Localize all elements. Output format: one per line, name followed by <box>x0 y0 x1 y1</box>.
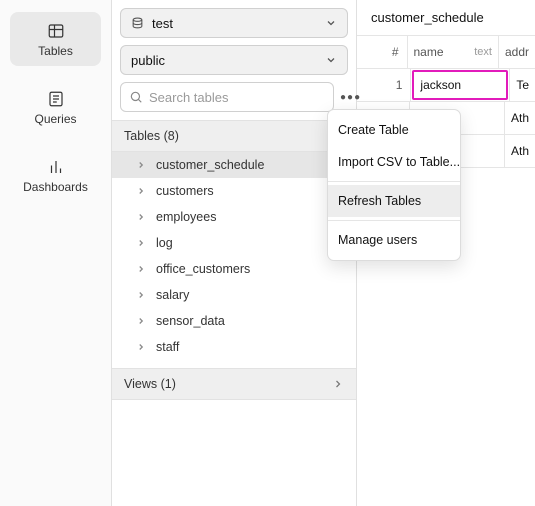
cell-addr[interactable]: Ath <box>505 102 535 134</box>
schema-select[interactable]: public <box>120 45 348 75</box>
document-icon <box>47 90 65 108</box>
table-item[interactable]: employees <box>112 204 356 230</box>
menu-separator <box>328 181 460 182</box>
schema-select-value: public <box>131 53 165 68</box>
bar-chart-icon <box>47 158 65 176</box>
table-item[interactable]: log <box>112 230 356 256</box>
search-icon <box>129 90 143 104</box>
chevron-right-icon <box>136 290 146 300</box>
nav-label: Tables <box>38 44 73 58</box>
chevron-down-icon <box>325 54 337 66</box>
search-tables-input[interactable] <box>149 90 325 105</box>
col-addr-header[interactable]: addr <box>499 36 535 68</box>
cell-name[interactable]: jackson <box>411 69 510 101</box>
table-item[interactable]: sensor_data <box>112 308 356 334</box>
chevron-right-icon <box>136 212 146 222</box>
chevron-right-icon <box>136 342 146 352</box>
table-icon <box>47 22 65 40</box>
database-select-value: test <box>152 16 173 31</box>
menu-item[interactable]: Manage users <box>328 224 460 256</box>
table-item-label: log <box>156 236 173 250</box>
views-section-header[interactable]: Views (1) <box>112 368 356 400</box>
chevron-right-icon <box>136 238 146 248</box>
database-icon <box>131 17 144 30</box>
menu-item[interactable]: Import CSV to Table... <box>328 146 460 178</box>
nav-tables[interactable]: Tables <box>10 12 101 66</box>
chevron-right-icon <box>136 316 146 326</box>
menu-separator <box>328 220 460 221</box>
context-menu: Create TableImport CSV to Table... Refres… <box>327 109 461 261</box>
nav-label: Dashboards <box>23 180 88 194</box>
chevron-right-icon <box>136 186 146 196</box>
database-select[interactable]: test <box>120 8 348 38</box>
tables-list: customer_schedule customers employees log of… <box>112 152 356 360</box>
chevron-right-icon <box>136 264 146 274</box>
menu-item[interactable]: Refresh Tables <box>328 185 460 217</box>
cell-addr[interactable]: Te <box>510 69 535 101</box>
menu-item[interactable]: Create Table <box>328 114 460 146</box>
table-item[interactable]: staff <box>112 334 356 360</box>
table-item-label: staff <box>156 340 179 354</box>
nav-dashboards[interactable]: Dashboards <box>10 148 101 202</box>
table-item-label: office_customers <box>156 262 250 276</box>
tables-section-label: Tables (8) <box>124 129 179 143</box>
table-item[interactable]: office_customers <box>112 256 356 282</box>
col-index-header[interactable]: # <box>357 36 408 68</box>
chevron-right-icon <box>332 378 344 390</box>
grid-header-row: # name text addr <box>357 36 535 69</box>
search-tables-input-wrapper[interactable] <box>120 82 334 112</box>
table-item-label: customer_schedule <box>156 158 264 172</box>
views-section-label: Views (1) <box>124 377 176 391</box>
table-item[interactable]: salary <box>112 282 356 308</box>
col-name-type: text <box>474 46 492 58</box>
schema-panel: test public <box>112 0 357 506</box>
table-item-label: customers <box>156 184 214 198</box>
table-item-label: salary <box>156 288 189 302</box>
cell-index: 1 <box>357 69 411 101</box>
table-item[interactable]: customer_schedule <box>112 152 356 178</box>
col-name-header[interactable]: name text <box>408 36 499 68</box>
chevron-right-icon <box>136 160 146 170</box>
nav-queries[interactable]: Queries <box>10 80 101 134</box>
nav-label: Queries <box>34 112 76 126</box>
left-nav: Tables Queries Dashboards <box>0 0 112 506</box>
table-item-label: employees <box>156 210 216 224</box>
tables-section-header[interactable]: Tables (8) <box>112 120 356 152</box>
chevron-down-icon <box>325 17 337 29</box>
table-row[interactable]: 1jacksonTe <box>357 69 535 102</box>
table-title: customer_schedule <box>357 0 535 36</box>
cell-addr[interactable]: Ath <box>505 135 535 167</box>
col-name-label: name <box>414 45 444 59</box>
table-item[interactable]: customers <box>112 178 356 204</box>
table-item-label: sensor_data <box>156 314 225 328</box>
